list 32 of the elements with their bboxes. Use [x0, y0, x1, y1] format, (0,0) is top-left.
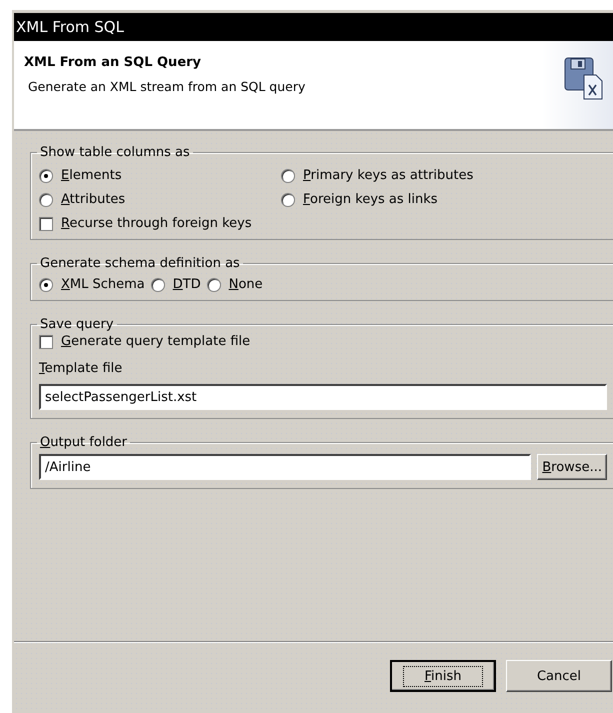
radio-button[interactable] [39, 278, 53, 292]
wizard-description: Generate an XML stream from an SQL query [27, 79, 306, 94]
group-title: Show table columns as [39, 145, 191, 160]
radio-button[interactable] [39, 192, 53, 206]
option-label[interactable]: Primary keys as attributes [303, 168, 474, 183]
option-label[interactable]: XML Schema [61, 277, 145, 292]
option-label[interactable]: Recurse through foreign keys [61, 216, 252, 231]
browse-button[interactable]: Browse... [537, 454, 607, 480]
radio-button[interactable] [281, 192, 295, 206]
window-title: XML From SQL [16, 18, 124, 36]
option-label[interactable]: Attributes [61, 192, 126, 207]
floppy-document-icon [564, 57, 604, 101]
wizard-title: XML From an SQL Query [24, 55, 202, 70]
option-label[interactable]: Generate query template file [61, 334, 250, 349]
checkbox[interactable] [39, 216, 53, 230]
dialog-button[interactable]: Finish [390, 660, 496, 692]
checkbox[interactable] [39, 334, 53, 348]
option-label[interactable]: Foreign keys as links [303, 192, 438, 207]
output-folder-field[interactable]: /Airline [39, 454, 532, 480]
radio-button[interactable] [150, 278, 165, 292]
radio-button[interactable] [39, 168, 53, 182]
dialog-button[interactable]: Cancel [506, 660, 612, 692]
template-file-field[interactable]: selectPassengerList.xst [39, 384, 607, 410]
option-label[interactable]: None [228, 277, 263, 292]
option-label[interactable]: Elements [61, 168, 122, 183]
group-title: Generate schema definition as [39, 256, 241, 271]
radio-button[interactable] [206, 278, 221, 292]
option-label[interactable]: DTD [172, 277, 201, 292]
radio-button[interactable] [281, 168, 295, 182]
group-title: Save query [39, 317, 115, 332]
group-title: Output folder [39, 435, 128, 450]
field-label: Template file [39, 361, 124, 376]
